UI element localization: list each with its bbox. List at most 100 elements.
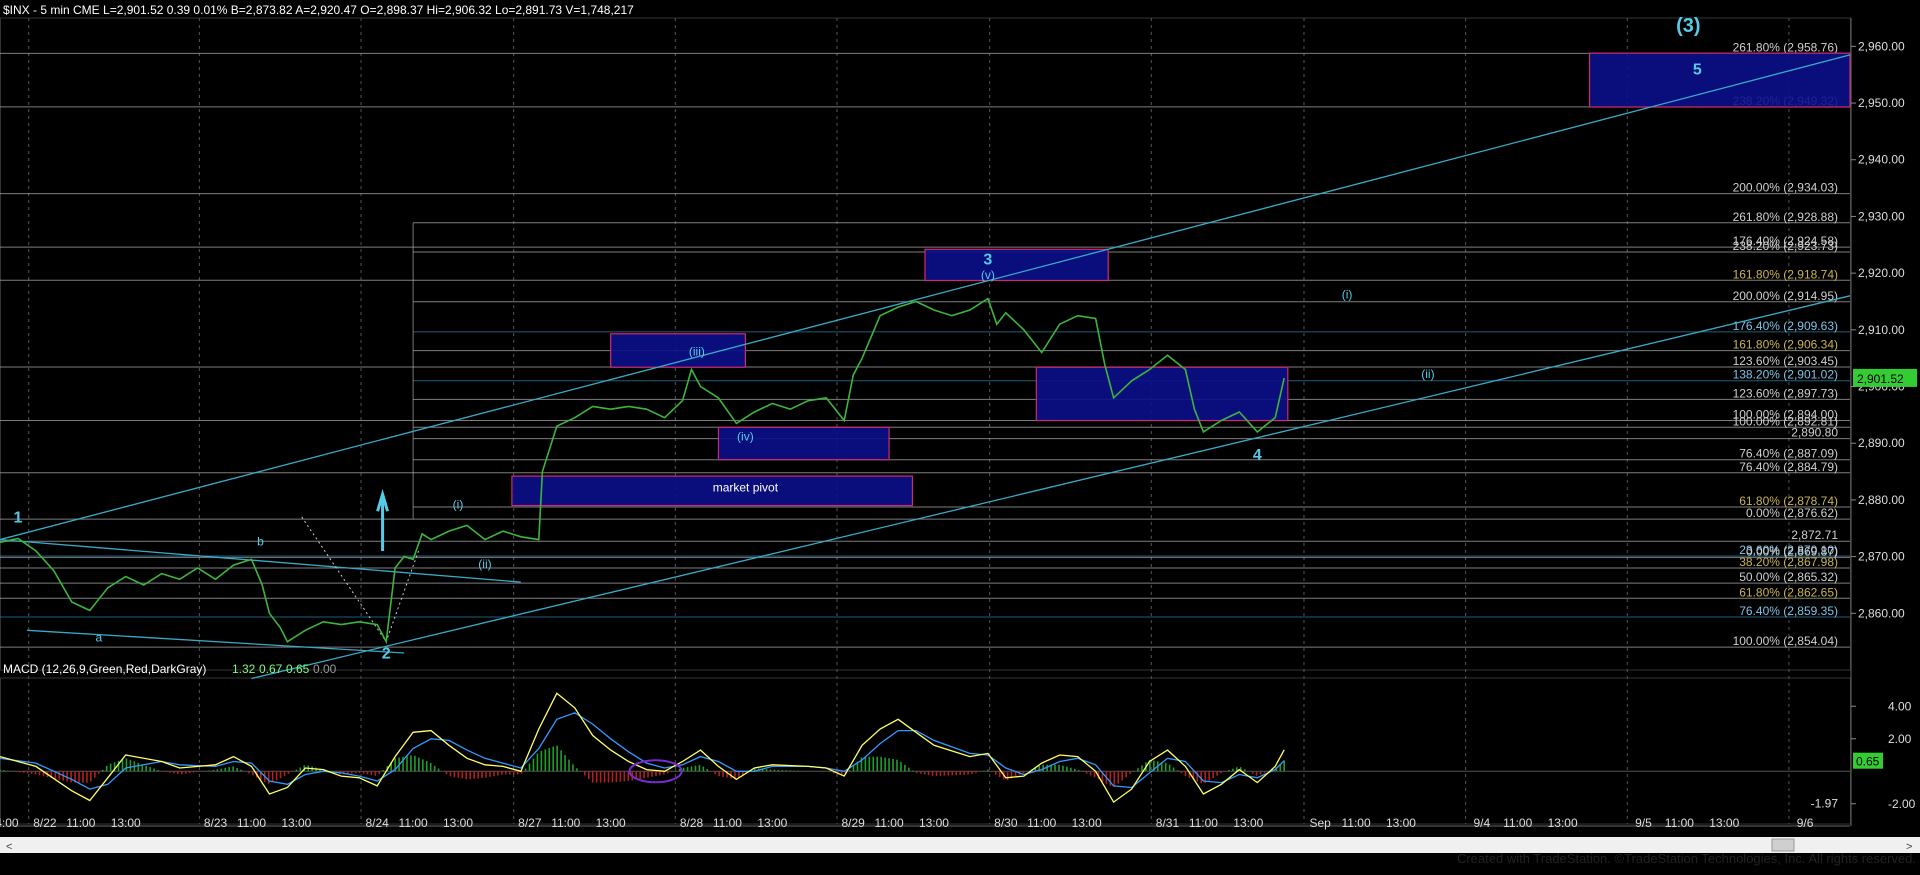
macd-legend-value: 0.00 bbox=[313, 662, 337, 676]
time-tick-label: 8/30 bbox=[994, 816, 1018, 830]
time-tick-label: 11:00 bbox=[713, 816, 742, 830]
price-tick-label: 2,910.00 bbox=[1858, 323, 1905, 337]
macd-tick-label: 2.00 bbox=[1888, 732, 1912, 746]
market-pivot-label: market pivot bbox=[713, 480, 779, 494]
time-tick-label: 11:00 bbox=[1665, 816, 1694, 830]
fib-level-label: 200.00% (2,934.03) bbox=[1733, 181, 1838, 195]
price-tick-label: 2,940.00 bbox=[1858, 153, 1905, 167]
fib-level-label: 261.80% (2,958.76) bbox=[1733, 40, 1838, 54]
wave-label: (v) bbox=[981, 268, 995, 282]
wave-label: (ii) bbox=[478, 557, 491, 571]
time-tick-label: 13:00 bbox=[757, 816, 787, 830]
copyright-footer: Created with TradeStation. ©TradeStation… bbox=[1456, 851, 1916, 866]
time-tick-label: 8/29 bbox=[841, 816, 865, 830]
fib-level-label: 76.40% (2,859.35) bbox=[1739, 604, 1838, 618]
time-tick-label: 8/23 bbox=[204, 816, 228, 830]
tradestation-chart: 261.80% (2,958.76)238.20% (2,949.32)200.… bbox=[0, 0, 1920, 870]
time-tick-label: 13:00 bbox=[443, 816, 473, 830]
price-tick-label: 2,880.00 bbox=[1858, 493, 1905, 507]
fib-level-label: 200.00% (2,914.95) bbox=[1733, 289, 1838, 303]
time-tick-label: 8/22 bbox=[33, 816, 57, 830]
time-tick-label: 14:00 bbox=[0, 816, 19, 830]
fib-level-label: 61.80% (2,862.65) bbox=[1739, 585, 1838, 599]
price-tick-label: 2,920.00 bbox=[1858, 266, 1905, 280]
scrollbar-thumb bbox=[1771, 838, 1795, 852]
time-tick-label: 11:00 bbox=[237, 816, 266, 830]
time-tick-label: 11:00 bbox=[875, 816, 904, 830]
fib-level-label: 50.00% (2,865.32) bbox=[1739, 570, 1838, 584]
macd-min-label: -1.97 bbox=[1811, 796, 1839, 810]
time-tick-label: 13:00 bbox=[111, 816, 141, 830]
fib-level-label: 2,872.71 bbox=[1791, 528, 1838, 542]
time-tick-label: 8/31 bbox=[1156, 816, 1180, 830]
wave-label: 5 bbox=[1693, 62, 1702, 79]
time-tick-label: 13:00 bbox=[1386, 816, 1416, 830]
time-tick-label: 13:00 bbox=[1072, 816, 1102, 830]
macd-tick-label: 4.00 bbox=[1888, 699, 1912, 713]
time-tick-label: 8/24 bbox=[366, 816, 390, 830]
target-box bbox=[924, 248, 1109, 282]
fib-level-label: 38.20% (2,867.98) bbox=[1739, 555, 1838, 569]
macd-legend-name: MACD (12,26,9,Green,Red,DarkGray) bbox=[3, 662, 206, 676]
wave-label: 4 bbox=[1253, 447, 1262, 464]
macd-current-label: 0.65 bbox=[1856, 755, 1880, 769]
time-tick-label: 9/6 bbox=[1797, 816, 1814, 830]
time-tick-label: 11:00 bbox=[1027, 816, 1056, 830]
price-tick-label: 2,950.00 bbox=[1858, 96, 1905, 110]
wave-label: (i) bbox=[1342, 288, 1353, 302]
fib-level-label: 161.80% (2,906.34) bbox=[1733, 338, 1838, 352]
time-tick-label: 11:00 bbox=[551, 816, 580, 830]
price-tick-label: 2,930.00 bbox=[1858, 209, 1905, 223]
time-tick-label: 11:00 bbox=[399, 816, 428, 830]
wave-label: 3 bbox=[983, 252, 992, 269]
fib-level-label: 2,890.80 bbox=[1791, 426, 1838, 440]
macd-legend-value: 0.65 bbox=[286, 662, 310, 676]
wave-label: (iii) bbox=[689, 344, 705, 358]
time-tick-label: 11:00 bbox=[1503, 816, 1532, 830]
time-tick-label: 11:00 bbox=[1189, 816, 1218, 830]
fib-level-label: 161.80% (2,918.74) bbox=[1733, 267, 1838, 281]
time-tick-label: 9/5 bbox=[1635, 816, 1652, 830]
time-tick-label: 9/4 bbox=[1473, 816, 1490, 830]
time-tick-label: 13:00 bbox=[919, 816, 949, 830]
time-tick-label: 13:00 bbox=[1709, 816, 1739, 830]
time-tick-label: 13:00 bbox=[1233, 816, 1263, 830]
fib-level-label: 138.20% (2,901.02) bbox=[1733, 368, 1838, 382]
time-tick-label: Sep bbox=[1309, 816, 1331, 830]
time-tick-label: 13:00 bbox=[281, 816, 311, 830]
wave-label: (i) bbox=[453, 497, 464, 511]
wave-label: (ii) bbox=[1421, 367, 1434, 381]
wave-label: a bbox=[95, 631, 102, 645]
macd-tick-label: -2.00 bbox=[1888, 797, 1916, 811]
wave-label: (3) bbox=[1676, 15, 1700, 37]
chart-canvas[interactable]: 261.80% (2,958.76)238.20% (2,949.32)200.… bbox=[0, 0, 1920, 870]
last-price-label: 2,901.52 bbox=[1857, 372, 1904, 386]
symbol-header: $INX - 5 min CME L=2,901.52 0.39 0.01% B… bbox=[3, 3, 634, 17]
price-tick-label: 2,890.00 bbox=[1858, 436, 1905, 450]
time-tick-label: 8/28 bbox=[680, 816, 704, 830]
scroll-left-icon: < bbox=[6, 841, 12, 853]
price-tick-label: 2,860.00 bbox=[1858, 606, 1905, 620]
wave-label: 2 bbox=[382, 646, 391, 663]
fib-level-label: 0.00% (2,876.62) bbox=[1746, 506, 1838, 520]
fib-level-label: 76.40% (2,884.79) bbox=[1739, 460, 1838, 474]
fib-level-label: 76.40% (2,887.09) bbox=[1739, 447, 1838, 461]
price-tick-label: 2,960.00 bbox=[1858, 39, 1905, 53]
wave-label: (iv) bbox=[737, 429, 754, 443]
time-tick-label: 13:00 bbox=[596, 816, 626, 830]
time-tick-label: 11:00 bbox=[1341, 816, 1370, 830]
fib-level-label: 123.60% (2,897.73) bbox=[1733, 386, 1838, 400]
time-tick-label: 13:00 bbox=[1548, 816, 1578, 830]
macd-legend-value: 0.67 bbox=[259, 662, 283, 676]
time-tick-label: 8/27 bbox=[518, 816, 542, 830]
fib-level-label: 238.20% (2,923.73) bbox=[1733, 239, 1838, 253]
wave-label: 1 bbox=[14, 510, 23, 527]
fib-level-label: 176.40% (2,909.63) bbox=[1733, 319, 1838, 333]
fib-level-label: 123.60% (2,903.45) bbox=[1733, 354, 1838, 368]
target-box bbox=[1035, 366, 1289, 422]
chart-background bbox=[0, 0, 1920, 870]
time-tick-label: 11:00 bbox=[66, 816, 95, 830]
target-box bbox=[1588, 52, 1851, 108]
wave-label: b bbox=[257, 534, 264, 548]
price-tick-label: 2,870.00 bbox=[1858, 550, 1905, 564]
